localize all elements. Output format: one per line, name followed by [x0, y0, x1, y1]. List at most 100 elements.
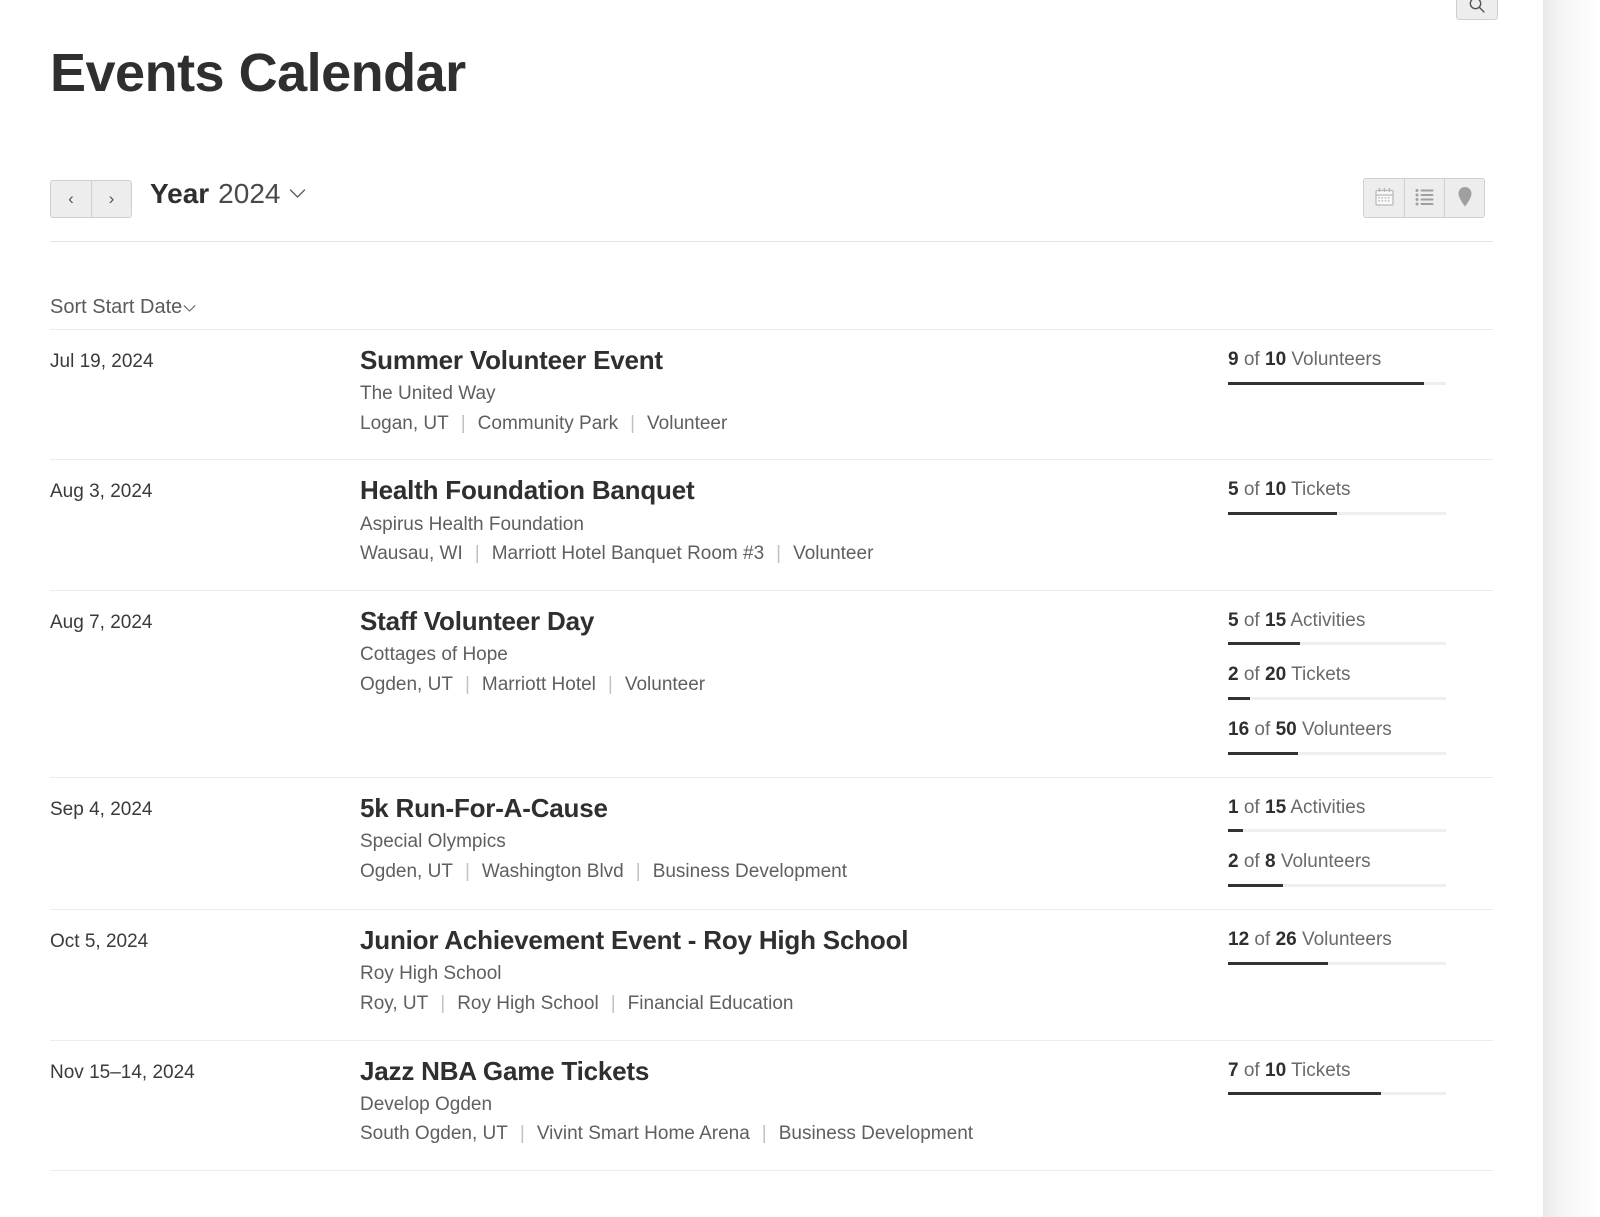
event-row[interactable]: Nov 15–14, 2024 Jazz NBA Game Tickets Deve…: [50, 1041, 1493, 1171]
calendar-view-button[interactable]: [1364, 179, 1404, 217]
page-title: Events Calendar: [50, 43, 466, 103]
calendar-toolbar: ‹ › Year 2024: [50, 172, 1493, 242]
page-edge-shadow: [1543, 0, 1600, 1217]
stat-total: 10: [1265, 479, 1287, 501]
stat-current: 1: [1228, 796, 1239, 818]
stat-label: 2 of 8 Volunteers: [1228, 850, 1493, 875]
stat-progress-track: [1228, 884, 1446, 888]
stat-progress-fill: [1228, 381, 1425, 385]
event-stat: 5 of 15 Activities: [1228, 609, 1493, 646]
event-stats: 5 of 10 Tickets: [1228, 474, 1493, 516]
search-icon: [1467, 0, 1487, 15]
meta-separator: |: [460, 412, 466, 434]
event-row[interactable]: Aug 3, 2024 Health Foundation Banquet Aspi…: [50, 460, 1493, 591]
event-organization: Aspirus Health Foundation: [360, 513, 584, 535]
event-row[interactable]: Oct 5, 2024 Junior Achievement Event - Ro…: [50, 910, 1493, 1041]
stat-unit: Tickets: [1291, 479, 1351, 501]
event-location: Wausau, WI: [360, 543, 463, 565]
stat-progress-fill: [1228, 961, 1329, 965]
prev-period-button[interactable]: ‹: [51, 181, 91, 217]
stat-of: of: [1243, 349, 1260, 370]
page-container: Events Calendar ‹ › Year 2024 Sort Start…: [0, 0, 1543, 1217]
stat-progress-fill: [1228, 1092, 1381, 1096]
stat-label: 1 of 15 Activities: [1228, 796, 1493, 821]
event-title[interactable]: Jazz NBA Game Tickets: [360, 1055, 1228, 1088]
list-view-button[interactable]: [1404, 179, 1444, 217]
stat-current: 7: [1228, 1059, 1239, 1081]
stat-total: 10: [1265, 349, 1287, 370]
event-venue: Vivint Smart Home Arena: [536, 1123, 750, 1145]
event-category: Volunteer: [647, 412, 728, 434]
event-category: Business Development: [778, 1123, 974, 1145]
event-row[interactable]: Sep 4, 2024 5k Run-For-A-Cause Special Oly…: [50, 778, 1493, 911]
event-details: Jazz NBA Game Tickets Develop Ogden South …: [360, 1055, 1228, 1148]
event-details: Summer Volunteer Event The United Way Loga…: [360, 344, 1228, 437]
sort-control[interactable]: Sort Start Date: [50, 296, 196, 319]
event-stat: 7 of 10 Tickets: [1228, 1059, 1493, 1096]
event-title[interactable]: Junior Achievement Event - Roy High Scho…: [360, 924, 1228, 957]
event-stat: 16 of 50 Volunteers: [1228, 718, 1493, 755]
stat-progress-fill: [1228, 884, 1283, 888]
stat-progress-track: [1228, 642, 1446, 646]
stat-current: 12: [1228, 929, 1250, 951]
stat-of: of: [1243, 1059, 1260, 1081]
event-location: Roy, UT: [360, 992, 429, 1014]
event-category: Business Development: [652, 860, 848, 882]
stat-unit: Volunteers: [1280, 851, 1371, 873]
event-meta: South Ogden, UT | Vivint Smart Home Arena |…: [360, 1120, 1228, 1148]
event-title[interactable]: Staff Volunteer Day: [360, 605, 1228, 638]
stat-current: 2: [1228, 664, 1239, 686]
meta-separator: |: [776, 543, 782, 565]
event-title[interactable]: Health Foundation Banquet: [360, 474, 1228, 507]
stat-total: 15: [1265, 609, 1287, 631]
event-organization: The United Way: [360, 383, 496, 405]
event-title[interactable]: 5k Run-For-A-Cause: [360, 792, 1228, 825]
event-location: Logan, UT: [360, 412, 449, 434]
map-pin-icon: [1457, 186, 1473, 211]
event-date: Oct 5, 2024: [50, 931, 149, 953]
stat-unit: Volunteers: [1301, 929, 1392, 951]
event-meta: Roy, UT | Roy High School | Financial Educat…: [360, 990, 1228, 1018]
stat-unit: Tickets: [1291, 664, 1351, 686]
meta-separator: |: [607, 673, 613, 695]
stat-label: 5 of 15 Activities: [1228, 609, 1493, 634]
stat-progress-track: [1228, 961, 1446, 965]
event-title[interactable]: Summer Volunteer Event: [360, 344, 1228, 377]
stat-current: 16: [1228, 719, 1250, 741]
event-stats: 5 of 15 Activities 2 of 20 Tickets 16 of 5…: [1228, 605, 1493, 755]
event-location: Ogden, UT: [360, 860, 453, 882]
event-venue: Roy High School: [457, 992, 599, 1014]
stat-total: 26: [1275, 929, 1297, 951]
stat-total: 20: [1265, 664, 1287, 686]
period-value: 2024: [218, 178, 281, 209]
meta-separator: |: [610, 992, 616, 1014]
period-selector[interactable]: Year 2024: [150, 178, 306, 210]
event-organization: Develop Ogden: [360, 1093, 493, 1115]
search-button[interactable]: [1456, 0, 1498, 20]
next-period-button[interactable]: ›: [91, 181, 131, 217]
stat-progress-track: [1228, 751, 1446, 755]
stat-total: 15: [1265, 796, 1287, 818]
stat-of: of: [1243, 851, 1260, 873]
stat-current: 2: [1228, 851, 1239, 873]
stat-progress-track: [1228, 381, 1446, 385]
event-stats: 12 of 26 Volunteers: [1228, 924, 1493, 965]
stat-current: 5: [1228, 479, 1239, 501]
event-stat: 5 of 10 Tickets: [1228, 478, 1493, 516]
stat-label: 7 of 10 Tickets: [1228, 1059, 1493, 1084]
event-location: Ogden, UT: [360, 673, 453, 695]
map-view-button[interactable]: [1444, 179, 1484, 217]
meta-separator: |: [464, 860, 470, 882]
sort-label: Sort Start Date: [50, 296, 183, 318]
stat-label: 12 of 26 Volunteers: [1228, 928, 1493, 953]
calendar-icon: [1374, 187, 1395, 210]
event-organization: Special Olympics: [360, 831, 506, 853]
stat-progress-track: [1228, 829, 1446, 833]
event-date: Aug 7, 2024: [50, 611, 153, 633]
event-stat: 2 of 20 Tickets: [1228, 663, 1493, 701]
event-row[interactable]: Aug 7, 2024 Staff Volunteer Day Cottages o…: [50, 591, 1493, 778]
period-label: Year: [150, 178, 210, 209]
stat-of: of: [1243, 796, 1260, 818]
event-row[interactable]: Jul 19, 2024 Summer Volunteer Event The Un…: [50, 330, 1493, 461]
stat-current: 5: [1228, 609, 1239, 631]
